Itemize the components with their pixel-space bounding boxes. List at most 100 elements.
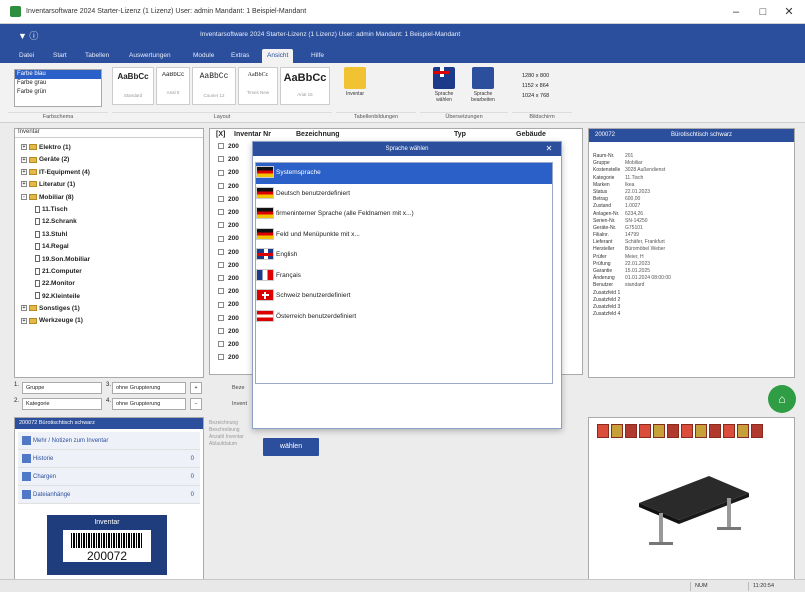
style-courier12[interactable]: AaBbCc Courier 12 [192, 67, 236, 105]
tab-hilfe[interactable]: Hilfe [306, 49, 329, 63]
row-checkbox[interactable] [218, 288, 224, 295]
image-tool-icon[interactable] [667, 424, 679, 438]
info-item-batches[interactable]: Chargen 0 [18, 468, 200, 486]
info-item-notes[interactable]: Mehr / Notizen zum Inventar [18, 432, 200, 450]
tab-ansicht[interactable]: Ansicht [262, 49, 294, 63]
color-scheme-list[interactable]: Farbe blau Farbe grau Farbe grün [14, 69, 102, 107]
info-item-attachments[interactable]: Dateianhänge 0 [18, 486, 200, 504]
tree-node[interactable]: - Mobiliar (8) [21, 192, 203, 204]
group4-select[interactable]: ohne Gruppierung [112, 398, 186, 410]
tree-node[interactable]: 14.Regal [21, 241, 203, 253]
tree-node[interactable]: 22.Monitor [21, 278, 203, 290]
tree-node[interactable]: + Literatur (1) [21, 179, 203, 191]
expand-icon[interactable]: - [21, 193, 27, 200]
image-tool-icon[interactable] [737, 424, 749, 438]
tree-node[interactable]: 19.Son.Mobiliar [21, 254, 203, 266]
language-option[interactable]: Deutsch benutzerdefiniert [256, 184, 552, 205]
tree-node[interactable]: 21.Computer [21, 266, 203, 278]
row-checkbox[interactable] [218, 275, 224, 282]
expand-icon[interactable]: + [21, 181, 27, 188]
row-checkbox[interactable] [218, 209, 224, 216]
quick-access-toolbar[interactable]: ▼ ⓘ [18, 29, 38, 42]
language-option[interactable]: Österreich benutzerdefiniert [256, 307, 552, 328]
row-checkbox[interactable] [218, 222, 224, 229]
language-option[interactable]: Schweiz benutzerdefiniert [256, 286, 552, 307]
row-checkbox[interactable] [218, 341, 224, 348]
style-arial15[interactable]: AaBbCc Arial 15 [280, 67, 330, 105]
remove-group-button[interactable]: − [190, 398, 202, 410]
col-inventar-nr[interactable]: Inventar Nr [234, 129, 271, 140]
tree-node[interactable]: 12.Schrank [21, 216, 203, 228]
row-checkbox[interactable] [218, 156, 224, 163]
tab-auswertungen[interactable]: Auswertungen [124, 49, 176, 63]
expand-icon[interactable]: + [21, 317, 27, 324]
resolution-1024[interactable]: 1024 x 768 [522, 91, 549, 101]
tree-node[interactable]: + Sonstiges (1) [21, 303, 203, 315]
image-tool-icon[interactable] [653, 424, 665, 438]
tree-node[interactable]: + IT-Equipment (4) [21, 167, 203, 179]
tree-node[interactable]: + Elektro (1) [21, 142, 203, 154]
resolution-1280[interactable]: 1280 x 800 [522, 71, 549, 81]
language-option[interactable]: Feld und Menüpunkte mit x... [256, 225, 552, 246]
lock-icon[interactable]: ⌂ [768, 385, 796, 413]
language-option[interactable]: Systemsprache [256, 163, 552, 184]
tab-module[interactable]: Module [188, 49, 219, 63]
image-tool-icon[interactable] [625, 424, 637, 438]
style-standard[interactable]: AaBbCc Standard [112, 67, 154, 105]
col-typ[interactable]: Typ [454, 129, 466, 140]
language-edit-button[interactable]: Sprache bearbeiten [466, 67, 500, 103]
add-group-button[interactable]: + [190, 382, 202, 394]
tab-tabellen[interactable]: Tabellen [80, 49, 114, 63]
tab-extras[interactable]: Extras [226, 49, 254, 63]
color-scheme-blue[interactable]: Farbe blau [15, 70, 101, 79]
language-option[interactable]: firmeninterner Sprache (alle Feldnamen m… [256, 204, 552, 225]
image-tool-icon[interactable] [723, 424, 735, 438]
row-checkbox[interactable] [218, 328, 224, 335]
choose-button[interactable]: wählen [263, 438, 319, 456]
tree-node[interactable]: + Geräte (2) [21, 154, 203, 166]
row-checkbox[interactable] [218, 169, 224, 176]
row-checkbox[interactable] [218, 248, 224, 255]
tab-start[interactable]: Start [48, 49, 72, 63]
image-tool-icon[interactable] [639, 424, 651, 438]
group3-select[interactable]: ohne Gruppierung [112, 382, 186, 394]
tree-node[interactable]: + Werkzeuge (1) [21, 315, 203, 327]
image-tool-icon[interactable] [611, 424, 623, 438]
minimize-button[interactable]: – [725, 4, 747, 20]
tree-node[interactable]: 11.Tisch [21, 204, 203, 216]
tree-node[interactable]: 13.Stuhl [21, 229, 203, 241]
image-tool-icon[interactable] [597, 424, 609, 438]
row-checkbox[interactable] [218, 262, 224, 269]
info-item-history[interactable]: Historie 0 [18, 450, 200, 468]
group1-select[interactable]: Gruppe [22, 382, 102, 394]
row-checkbox[interactable] [218, 182, 224, 189]
row-checkbox[interactable] [218, 301, 224, 308]
row-checkbox[interactable] [218, 143, 224, 150]
expand-icon[interactable]: + [21, 169, 27, 176]
row-checkbox[interactable] [218, 314, 224, 321]
color-scheme-gray[interactable]: Farbe grau [15, 79, 101, 88]
language-option[interactable]: Français [256, 266, 552, 287]
col-check[interactable]: [X] [216, 129, 225, 140]
expand-icon[interactable]: + [21, 305, 27, 312]
tab-datei[interactable]: Datei [14, 49, 39, 63]
resolution-1152[interactable]: 1152 x 864 [522, 81, 549, 91]
language-select-button[interactable]: Sprache wählen [428, 67, 460, 103]
style-arial8[interactable]: AaBbCc Arial 8 [156, 67, 190, 105]
row-checkbox[interactable] [218, 354, 224, 361]
maximize-button[interactable]: □ [752, 4, 774, 20]
col-gebaeude[interactable]: Gebäude [516, 129, 546, 140]
row-checkbox[interactable] [218, 196, 224, 203]
style-times[interactable]: AaBbCc Times New [238, 67, 278, 105]
image-tool-icon[interactable] [695, 424, 707, 438]
image-tool-icon[interactable] [709, 424, 721, 438]
inventar-button[interactable]: Inventar [338, 67, 372, 97]
col-bezeichnung[interactable]: Bezeichnung [296, 129, 340, 140]
close-window-button[interactable]: ✕ [778, 4, 800, 20]
color-scheme-green[interactable]: Farbe grün [15, 88, 101, 97]
dialog-close-icon[interactable]: ✕ [543, 142, 555, 156]
expand-icon[interactable]: + [21, 156, 27, 163]
image-tool-icon[interactable] [751, 424, 763, 438]
group2-select[interactable]: Kategorie [22, 398, 102, 410]
tree-node[interactable]: 92.Kleinteile [21, 291, 203, 303]
